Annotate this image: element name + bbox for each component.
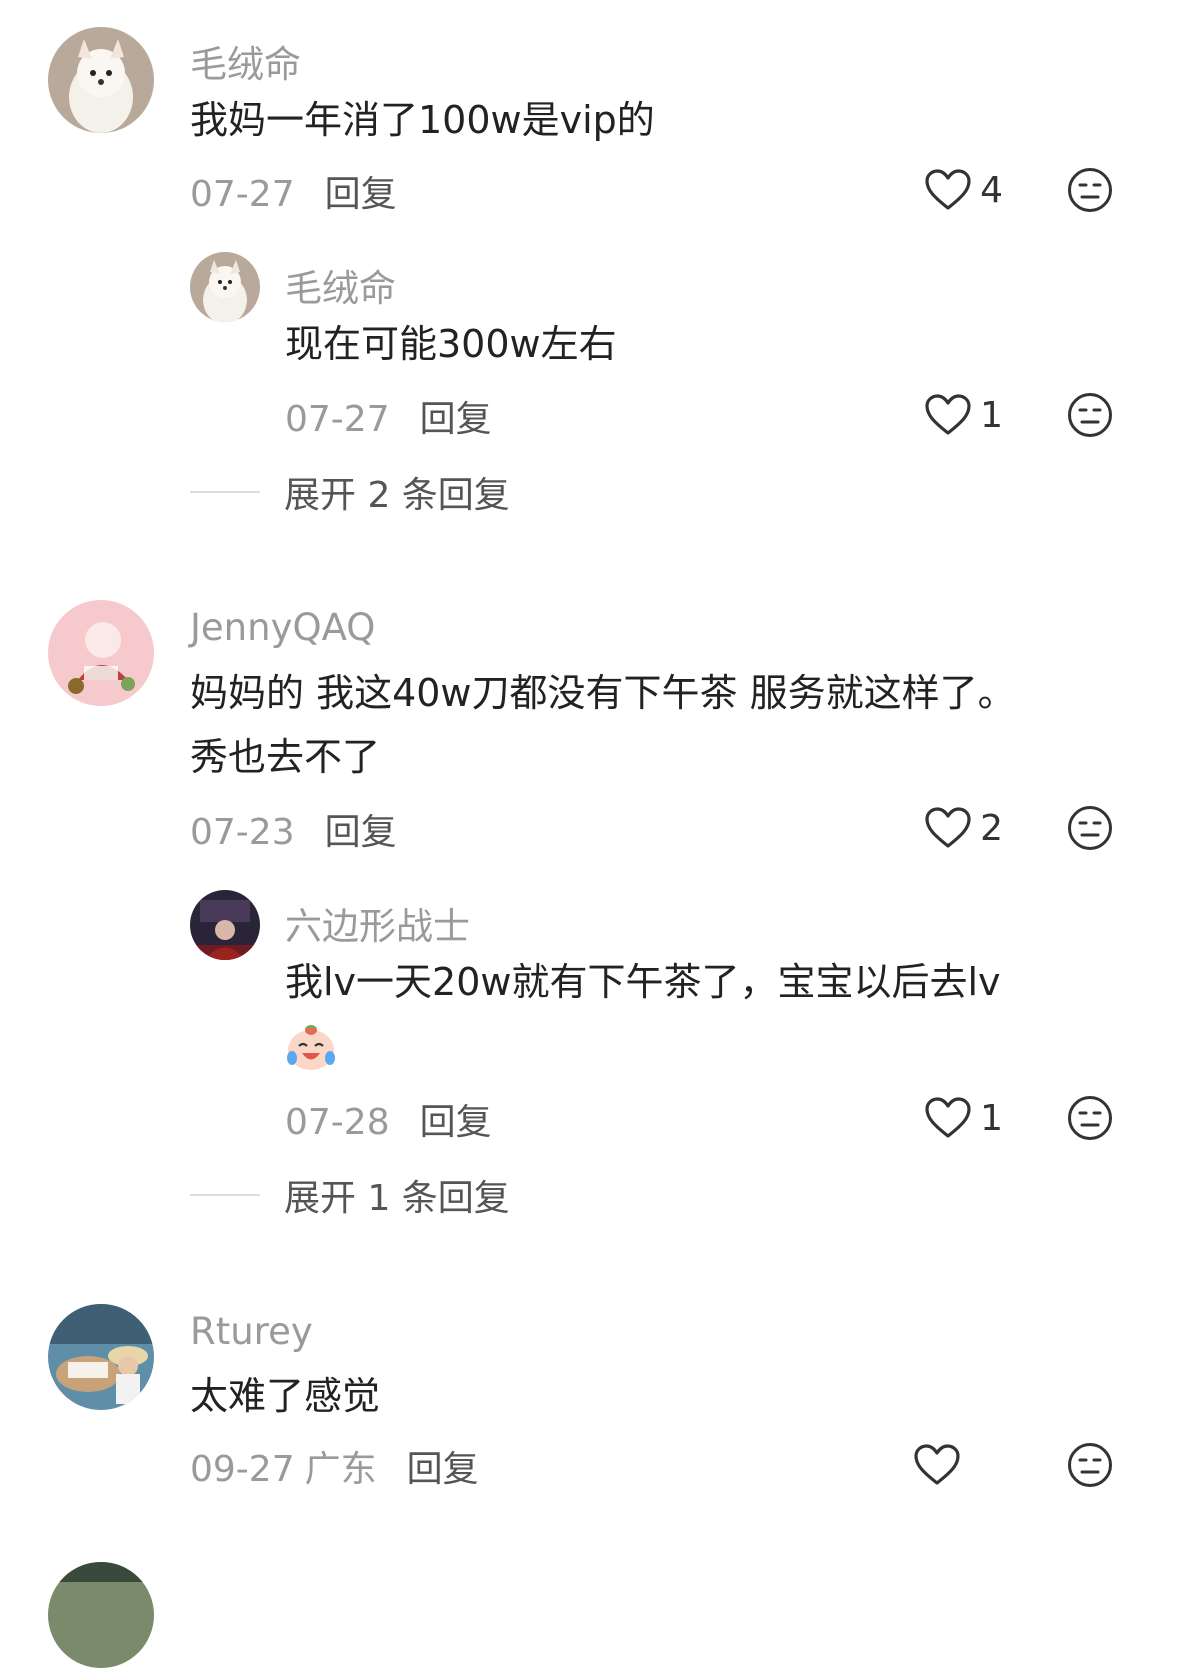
username[interactable]: 毛绒命 [285, 258, 396, 312]
heart-icon [914, 1444, 960, 1485]
reply-button[interactable]: 回复 [420, 1102, 492, 1143]
like-button[interactable]: 1 [924, 1093, 1003, 1143]
dislike-icon[interactable] [1067, 1442, 1113, 1488]
like-button[interactable] [913, 1440, 969, 1490]
comment-text: 我lv一天20w就有下午茶了，宝宝以后去lv [285, 960, 1001, 1004]
expand-replies-label: 展开 2 条回复 [284, 475, 510, 516]
comment-text: 现在可能300w左右 [285, 322, 617, 366]
heart-icon [925, 169, 971, 210]
heart-icon [925, 394, 971, 435]
like-button[interactable]: 1 [924, 390, 1003, 440]
comment-date: 09-27 [190, 1449, 295, 1490]
avatar[interactable] [48, 27, 154, 133]
dislike-icon[interactable] [1067, 805, 1113, 851]
like-button[interactable]: 4 [924, 165, 1003, 215]
username[interactable]: Rturey [190, 1310, 313, 1353]
dislike-icon[interactable] [1067, 1095, 1113, 1141]
like-count: 1 [980, 394, 1003, 436]
like-count: 2 [980, 807, 1003, 849]
comment-location: 广东 [304, 1449, 377, 1490]
comment-text: 太难了感觉 [190, 1374, 381, 1418]
divider [190, 1194, 260, 1196]
reply-button[interactable]: 回复 [420, 399, 492, 440]
comment-date: 07-23 [190, 812, 295, 853]
like-count: 4 [980, 169, 1003, 211]
avatar[interactable] [190, 890, 260, 960]
comment-meta: 07-27 回复 [190, 165, 397, 217]
comment-meta: 07-28 回复 [285, 1093, 492, 1145]
avatar[interactable] [190, 252, 260, 322]
comment-text: 我妈一年消了100w是vip的 [190, 98, 655, 142]
comment-text: 妈妈的 我这40w刀都没有下午茶 服务就这样了。 [190, 671, 1016, 715]
avatar[interactable] [48, 600, 154, 706]
username[interactable]: 毛绒命 [190, 34, 301, 88]
dislike-icon[interactable] [1067, 392, 1113, 438]
heart-icon [925, 1097, 971, 1138]
divider [190, 491, 260, 493]
avatar[interactable] [48, 1304, 154, 1410]
dislike-icon[interactable] [1067, 167, 1113, 213]
avatar[interactable] [48, 1562, 154, 1668]
comment-meta: 07-23 回复 [190, 803, 397, 855]
comment-meta: 09-27 广东 回复 [190, 1440, 479, 1492]
reply-button[interactable]: 回复 [407, 1449, 479, 1490]
like-button[interactable]: 2 [924, 803, 1003, 853]
reply-button[interactable]: 回复 [325, 174, 397, 215]
heart-icon [925, 807, 971, 848]
comment-date: 07-27 [190, 174, 295, 215]
crying-laughing-emoji-icon [285, 1020, 337, 1072]
comment-date: 07-28 [285, 1102, 390, 1143]
comment-text-line2: 秀也去不了 [190, 735, 381, 779]
username[interactable]: JennyQAQ [190, 606, 375, 649]
reply-button[interactable]: 回复 [325, 812, 397, 853]
like-count: 1 [980, 1097, 1003, 1139]
expand-replies-button[interactable]: 展开 1 条回复 [190, 1170, 510, 1220]
username[interactable]: 六边形战士 [285, 896, 470, 950]
expand-replies-label: 展开 1 条回复 [284, 1178, 510, 1219]
expand-replies-button[interactable]: 展开 2 条回复 [190, 467, 510, 517]
comment-date: 07-27 [285, 399, 390, 440]
comment-meta: 07-27 回复 [285, 390, 492, 442]
